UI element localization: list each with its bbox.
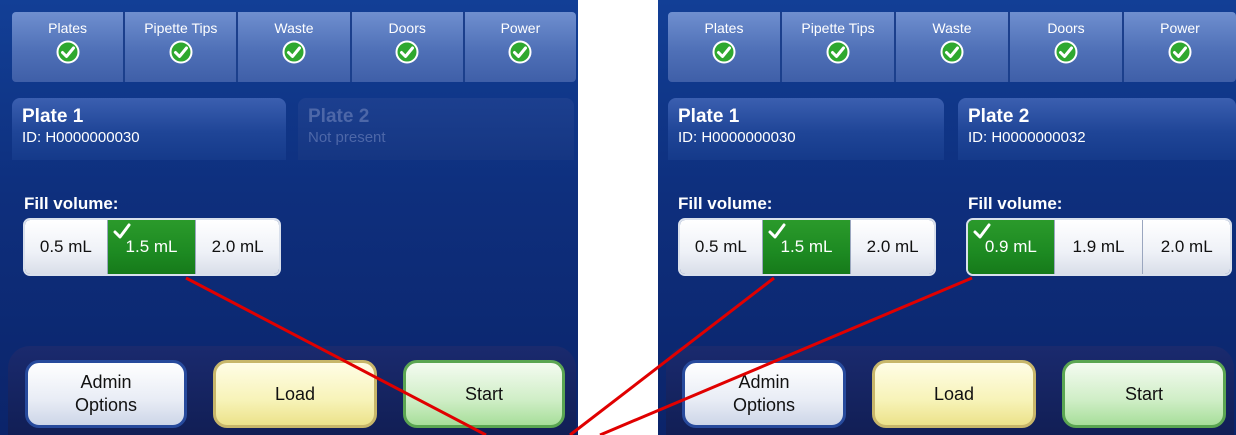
status-plates: Plates bbox=[12, 12, 126, 82]
load-label: Load bbox=[274, 383, 316, 404]
check-icon bbox=[282, 40, 306, 64]
admin-options-button[interactable]: Admin Options bbox=[25, 360, 187, 428]
status-bar: Plates Pipette Tips Waste Doors Power bbox=[668, 12, 1236, 82]
selected-check-icon bbox=[973, 223, 991, 239]
status-label: Pipette Tips bbox=[801, 20, 875, 36]
check-icon bbox=[1054, 40, 1078, 64]
status-label: Power bbox=[1160, 20, 1200, 36]
volume-option-0-9[interactable]: 0.9 mL bbox=[968, 220, 1055, 274]
check-icon bbox=[940, 40, 964, 64]
fill-volume-label-plate-2: Fill volume: bbox=[968, 194, 1063, 213]
plate-id: ID: H0000000032 bbox=[968, 129, 1086, 146]
status-doors: Doors bbox=[351, 12, 465, 82]
load-label: Load bbox=[933, 383, 975, 404]
plate-title: Plate 2 bbox=[968, 106, 1030, 127]
plate-2-card: Plate 2 Not present bbox=[298, 98, 574, 160]
volume-option-1-9[interactable]: 1.9 mL bbox=[1054, 220, 1144, 274]
fill-volume-label-plate-1: Fill volume: bbox=[678, 194, 773, 213]
volume-label: 0.5 mL bbox=[694, 237, 747, 256]
status-label: Pipette Tips bbox=[144, 20, 218, 36]
status-power: Power bbox=[1124, 12, 1236, 82]
volume-label: 2.0 mL bbox=[211, 237, 264, 256]
admin-line-2: Options bbox=[732, 395, 796, 415]
fill-volume-selector-plate-2: 0.9 mL 1.9 mL 2.0 mL bbox=[966, 218, 1232, 276]
status-label: Power bbox=[500, 20, 541, 36]
plate-title: Plate 1 bbox=[678, 106, 740, 127]
status-power: Power bbox=[464, 12, 576, 82]
volume-label: 1.5 mL bbox=[125, 237, 178, 256]
right-screen: Plates Pipette Tips Waste Doors Power Pl… bbox=[658, 0, 1236, 435]
volume-label: 1.5 mL bbox=[780, 237, 833, 256]
volume-option-1-5[interactable]: 1.5 mL bbox=[107, 220, 197, 274]
status-label: Plates bbox=[704, 20, 744, 36]
volume-label: 0.5 mL bbox=[39, 237, 92, 256]
volume-label: 1.9 mL bbox=[1072, 237, 1125, 256]
check-icon bbox=[508, 40, 532, 64]
plate-1-card[interactable]: Plate 1 ID: H0000000030 bbox=[12, 98, 286, 160]
status-label: Doors bbox=[388, 20, 426, 36]
plate-id: ID: H0000000030 bbox=[22, 129, 140, 146]
fill-volume-selector: 0.5 mL 1.5 mL 2.0 mL bbox=[23, 218, 281, 276]
check-icon bbox=[826, 40, 850, 64]
fill-volume-label: Fill volume: bbox=[24, 194, 119, 213]
start-label: Start bbox=[464, 383, 503, 404]
volume-option-0-5[interactable]: 0.5 mL bbox=[25, 220, 108, 274]
admin-line-2: Options bbox=[74, 395, 138, 415]
start-button[interactable]: Start bbox=[1062, 360, 1226, 428]
status-bar: Plates Pipette Tips Waste Doors Power bbox=[12, 12, 576, 82]
volume-option-2-0[interactable]: 2.0 mL bbox=[1143, 220, 1230, 274]
admin-options-label: Admin Options bbox=[75, 371, 137, 417]
start-label: Start bbox=[1124, 383, 1163, 404]
plate-1-card[interactable]: Plate 1 ID: H0000000030 bbox=[668, 98, 944, 160]
status-waste: Waste bbox=[896, 12, 1010, 82]
plate-status: Not present bbox=[308, 129, 386, 146]
volume-label: 0.9 mL bbox=[984, 237, 1037, 256]
status-pipette-tips: Pipette Tips bbox=[125, 12, 239, 82]
check-icon bbox=[712, 40, 736, 64]
status-plates: Plates bbox=[668, 12, 782, 82]
volume-option-0-5[interactable]: 0.5 mL bbox=[680, 220, 763, 274]
check-icon bbox=[1168, 40, 1192, 64]
status-doors: Doors bbox=[1010, 12, 1124, 82]
plate-title: Plate 1 bbox=[22, 106, 84, 127]
status-pipette-tips: Pipette Tips bbox=[782, 12, 896, 82]
start-button[interactable]: Start bbox=[403, 360, 565, 428]
status-label: Plates bbox=[48, 20, 88, 36]
load-button[interactable]: Load bbox=[213, 360, 377, 428]
selected-check-icon bbox=[768, 223, 786, 239]
left-screen: Plates Pipette Tips Waste Doors Power Pl… bbox=[0, 0, 578, 435]
admin-options-button[interactable]: Admin Options bbox=[682, 360, 846, 428]
plate-id: ID: H0000000030 bbox=[678, 129, 796, 146]
volume-option-2-0[interactable]: 2.0 mL bbox=[196, 220, 279, 274]
selected-check-icon bbox=[113, 223, 131, 239]
check-icon bbox=[56, 40, 80, 64]
status-label: Doors bbox=[1047, 20, 1085, 36]
status-waste: Waste bbox=[238, 12, 352, 82]
check-icon bbox=[395, 40, 419, 64]
volume-option-2-0[interactable]: 2.0 mL bbox=[851, 220, 934, 274]
admin-line-1: Admin bbox=[738, 372, 790, 392]
volume-label: 2.0 mL bbox=[1160, 237, 1213, 256]
volume-label: 2.0 mL bbox=[866, 237, 919, 256]
admin-line-1: Admin bbox=[80, 372, 132, 392]
fill-volume-selector-plate-1: 0.5 mL 1.5 mL 2.0 mL bbox=[678, 218, 936, 276]
admin-options-label: Admin Options bbox=[733, 371, 795, 417]
load-button[interactable]: Load bbox=[872, 360, 1036, 428]
status-label: Waste bbox=[932, 20, 972, 36]
plate-title: Plate 2 bbox=[308, 106, 370, 127]
check-icon bbox=[169, 40, 193, 64]
status-label: Waste bbox=[274, 20, 314, 36]
volume-option-1-5[interactable]: 1.5 mL bbox=[762, 220, 852, 274]
plate-2-card[interactable]: Plate 2 ID: H0000000032 bbox=[958, 98, 1236, 160]
